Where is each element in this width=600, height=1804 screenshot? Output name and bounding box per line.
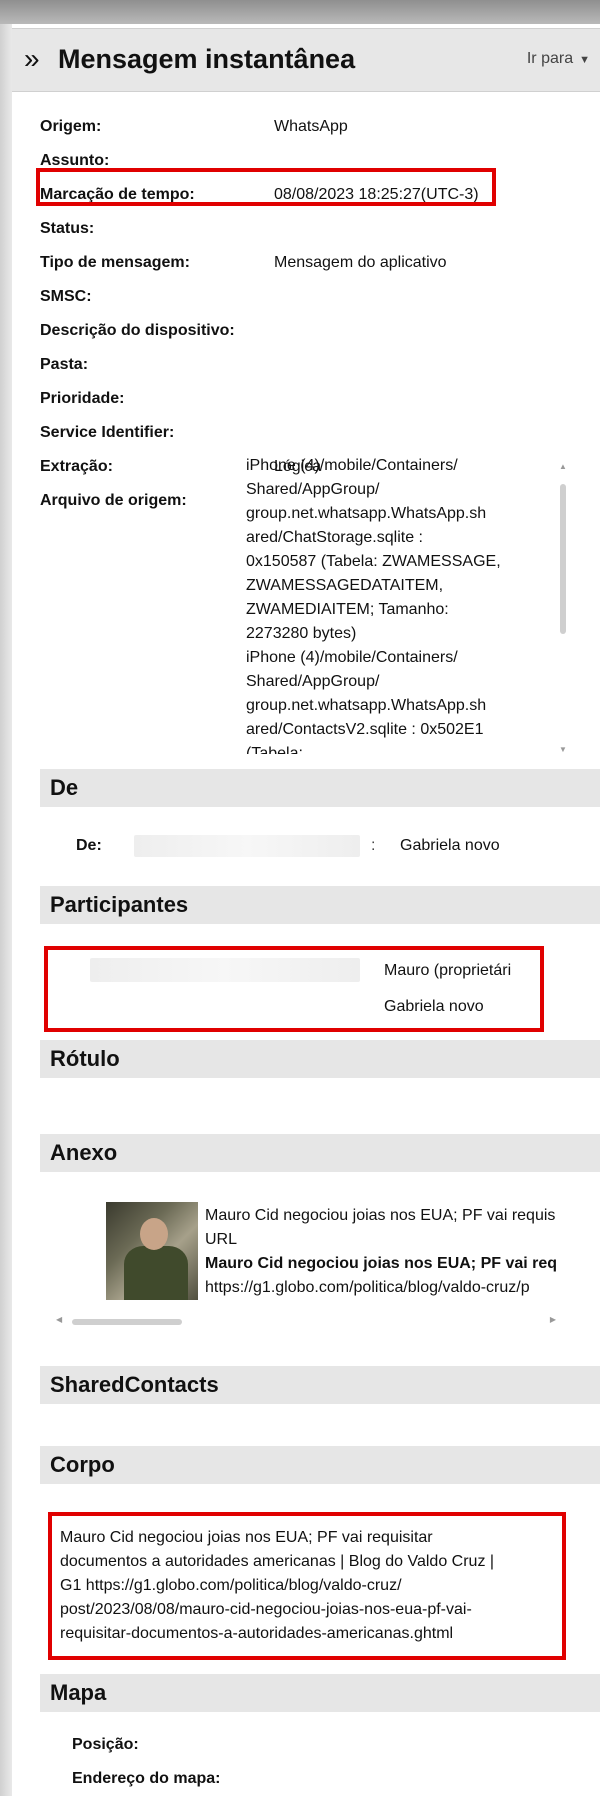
property-row: SMSC: <box>40 282 560 316</box>
property-label: Origem: <box>40 118 102 135</box>
scroll-right-arrow-icon[interactable]: ▶ <box>550 1315 556 1324</box>
attachment-text: Mauro Cid negociou joias nos EUA; PF vai… <box>205 1204 595 1300</box>
map-address-label: Endereço do mapa: <box>72 1770 221 1787</box>
property-row: Origem: WhatsApp <box>40 112 560 146</box>
map-position-label: Posição: <box>72 1736 139 1753</box>
source-file-line: iPhone (4)/mobile/Containers/ <box>246 457 458 474</box>
panel-header: » Mensagem instantânea Ir para ▼ <box>12 28 600 92</box>
property-row: Prioridade: <box>40 384 560 418</box>
section-header-de[interactable]: De <box>40 769 600 807</box>
de-separator: : <box>371 837 376 854</box>
property-row: Tipo de mensagem: Mensagem do aplicativo <box>40 248 560 282</box>
source-file-line: group.net.whatsapp.WhatsApp.sh <box>246 697 487 714</box>
expand-chevron-icon[interactable]: » <box>24 43 40 75</box>
attachment-bold-title: Mauro Cid negociou joias nos EUA; PF vai… <box>205 1255 558 1272</box>
message-detail-panel: » Mensagem instantânea Ir para ▼ Origem: W… <box>12 24 600 1796</box>
goto-menu-button[interactable]: Ir para ▼ <box>527 50 590 68</box>
section-header-anexo[interactable]: Anexo <box>40 1134 600 1172</box>
attachment-hscrollbar[interactable]: ◀ ▶ <box>56 1315 556 1328</box>
scroll-down-arrow-icon[interactable]: ▼ <box>559 745 567 754</box>
property-label: Tipo de mensagem: <box>40 254 190 271</box>
property-row: Descrição do dispositivo: <box>40 316 560 350</box>
attachment-type-line: URL <box>205 1231 238 1248</box>
property-value: WhatsApp <box>274 118 348 135</box>
source-file-line: Shared/AppGroup/ <box>246 673 380 690</box>
property-row: Status: <box>40 214 560 248</box>
de-label: De: <box>76 837 102 854</box>
scroll-left-arrow-icon[interactable]: ◀ <box>56 1315 62 1324</box>
attachment-title-line: Mauro Cid negociou joias nos EUA; PF vai… <box>205 1207 556 1224</box>
participants-highlight-box <box>44 946 544 1032</box>
source-file-line: ZWAMEDIAITEM; Tamanho: <box>246 601 449 618</box>
source-file-line: ared/ChatStorage.sqlite : <box>246 529 423 546</box>
timestamp-highlight-box <box>36 168 496 206</box>
property-label: SMSC: <box>40 288 92 305</box>
attachment-item[interactable]: Mauro Cid negociou joias nos EUA; PF vai… <box>40 1190 600 1330</box>
property-label: Pasta: <box>40 356 89 373</box>
source-file-line: Shared/AppGroup/ <box>246 481 380 498</box>
section-header-mapa[interactable]: Mapa <box>40 1674 600 1712</box>
de-row: De: : Gabriela novo <box>76 835 500 857</box>
property-label: Service Identifier: <box>40 424 175 441</box>
source-file-value[interactable]: iPhone (4)/mobile/Containers/ Shared/App… <box>246 454 546 754</box>
property-label: Status: <box>40 220 95 237</box>
attachment-url[interactable]: https://g1.globo.com/politica/blog/valdo… <box>205 1276 595 1300</box>
thumbnail-figure <box>124 1246 188 1300</box>
scrollbar-thumb[interactable] <box>560 484 566 634</box>
window-left-border <box>0 24 12 1796</box>
caret-down-icon: ▼ <box>579 54 590 66</box>
scrollbar-thumb[interactable] <box>72 1319 182 1325</box>
thumbnail-face <box>140 1218 168 1250</box>
scroll-up-arrow-icon[interactable]: ▲ <box>559 462 567 471</box>
source-file-line: 0x150587 (Tabela: ZWAMESSAGE, <box>246 553 501 570</box>
property-value: Mensagem do aplicativo <box>274 254 447 271</box>
redacted-sender-id <box>134 835 360 857</box>
window-top-bar <box>0 0 600 24</box>
source-file-line: ared/ContactsV2.sqlite : 0x502E1 <box>246 721 484 738</box>
source-file-line: iPhone (4)/mobile/Containers/ <box>246 649 458 666</box>
source-file-line: ZWAMESSAGEDATAITEM, <box>246 577 444 594</box>
property-label: Descrição do dispositivo: <box>40 322 235 339</box>
de-value: Gabriela novo <box>400 837 500 854</box>
property-row: Pasta: <box>40 350 560 384</box>
section-header-sharedcontacts[interactable]: SharedContacts <box>40 1366 600 1404</box>
goto-label: Ir para <box>526 50 574 67</box>
section-header-participantes[interactable]: Participantes <box>40 886 600 924</box>
property-label: Arquivo de origem: <box>40 492 187 509</box>
section-header-rotulo[interactable]: Rótulo <box>40 1040 600 1078</box>
map-properties: Posição: Endereço do mapa: <box>72 1736 220 1804</box>
source-file-scrollbar[interactable]: ▲ ▼ <box>557 462 569 754</box>
property-label: Prioridade: <box>40 390 125 407</box>
property-label: Extração: <box>40 458 113 475</box>
property-row: Service Identifier: <box>40 418 560 452</box>
source-file-line: group.net.whatsapp.WhatsApp.sh <box>246 505 487 522</box>
section-header-corpo[interactable]: Corpo <box>40 1446 600 1484</box>
attachment-thumbnail[interactable] <box>106 1202 198 1300</box>
source-file-line: (Tabela: <box>246 745 303 754</box>
panel-title: Mensagem instantânea <box>58 44 356 74</box>
body-highlight-box <box>48 1512 566 1660</box>
source-file-line: 2273280 bytes) <box>246 625 357 642</box>
